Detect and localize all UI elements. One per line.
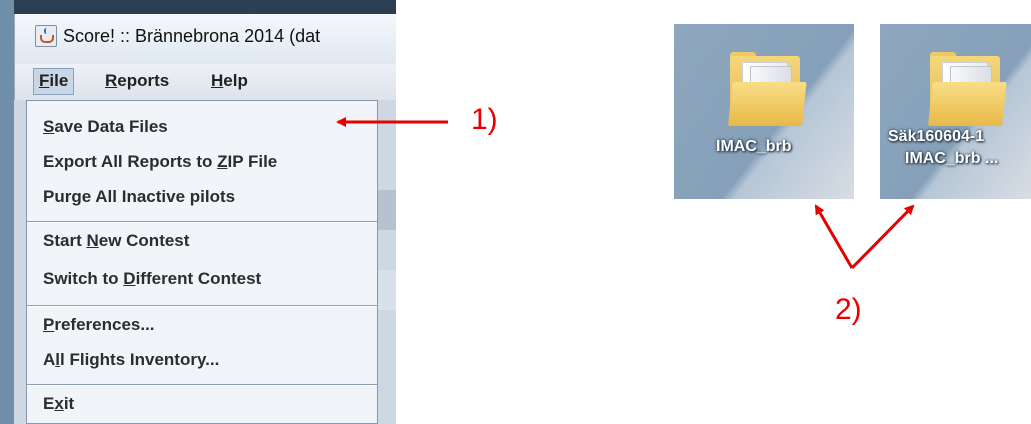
annotation-arrow-2a bbox=[814, 204, 854, 269]
annotation-label-2: 2) bbox=[835, 293, 862, 326]
annotation-arrows bbox=[336, 117, 915, 270]
annotation-arrow-2b bbox=[850, 204, 915, 270]
annotation-label-1: 1) bbox=[471, 103, 498, 136]
